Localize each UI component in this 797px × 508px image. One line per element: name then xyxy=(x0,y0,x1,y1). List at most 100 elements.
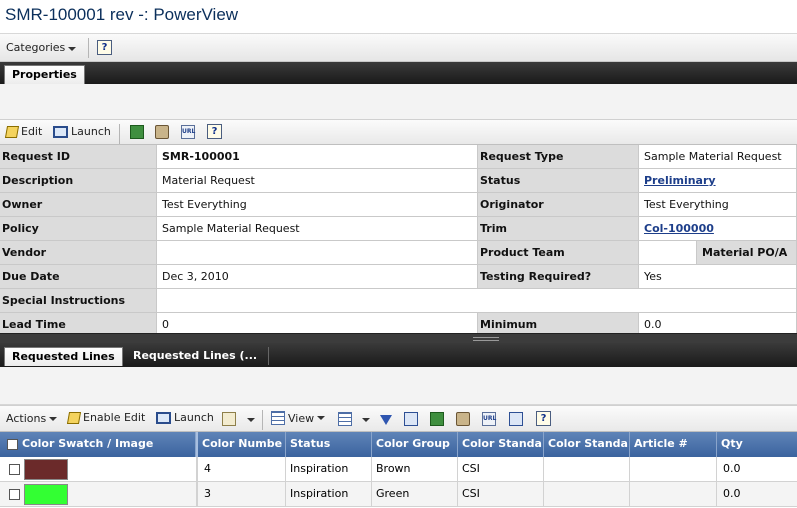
chevron-down-icon xyxy=(49,416,58,421)
tab-separator xyxy=(268,347,269,365)
edit-button[interactable]: Edit xyxy=(4,125,43,138)
col-article[interactable]: Article # xyxy=(630,432,717,457)
originator-value: Test Everything xyxy=(639,193,797,217)
categories-label: Categories xyxy=(6,41,66,54)
drag-handle-icon[interactable] xyxy=(473,337,499,341)
status-value-cell: Preliminary xyxy=(639,169,797,193)
due-date-value: Dec 3, 2010 xyxy=(157,265,478,289)
color-group-cell: Brown xyxy=(372,457,458,482)
status-cell: Inspiration xyxy=(286,457,372,482)
tab-properties[interactable]: Properties xyxy=(4,65,85,84)
qty-cell: 0.0 xyxy=(723,462,741,475)
actions-menu[interactable]: Actions xyxy=(6,412,58,425)
color-group-cell: Green xyxy=(372,482,458,507)
edit-icon xyxy=(4,125,20,138)
window-titlebar: SMR-100001 rev -: PowerView xyxy=(0,0,797,34)
request-type-value: Sample Material Request xyxy=(639,145,797,169)
row-checkbox[interactable] xyxy=(9,489,20,500)
filter-icon[interactable] xyxy=(380,415,392,425)
toolbar-separator xyxy=(88,38,89,58)
row-checkbox[interactable] xyxy=(9,464,20,475)
description-value: Material Request xyxy=(157,169,478,193)
lines-tabbar: Requested Lines Requested Lines (... xyxy=(0,343,797,367)
actions-label: Actions xyxy=(6,412,47,425)
edit-label: Edit xyxy=(21,125,43,138)
help-icon[interactable]: ? xyxy=(97,40,112,55)
material-po-label: Material PO/A xyxy=(697,241,797,265)
select-all-checkbox[interactable] xyxy=(7,439,18,450)
enable-edit-label: Enable Edit xyxy=(83,411,146,424)
status-cell: Inspiration xyxy=(286,482,372,507)
originator-label: Originator xyxy=(478,193,639,217)
view-menu[interactable]: View xyxy=(271,411,326,425)
special-instructions-value xyxy=(157,289,797,313)
chevron-down-icon[interactable] xyxy=(247,418,255,422)
color-standard-2-cell xyxy=(544,457,630,482)
product-team-label: Product Team xyxy=(478,241,639,265)
chevron-down-icon[interactable] xyxy=(362,418,370,422)
chevron-down-icon xyxy=(68,47,77,51)
tab-requested-lines[interactable]: Requested Lines xyxy=(4,347,123,366)
article-cell xyxy=(630,482,717,507)
request-id-label: Request ID xyxy=(0,145,157,169)
col-qty[interactable]: Qty xyxy=(717,432,797,457)
col-color-standard[interactable]: Color Standa xyxy=(458,432,544,457)
vendor-label: Vendor xyxy=(0,241,157,265)
status-link[interactable]: Preliminary xyxy=(644,174,716,187)
table-row[interactable]: 3 Inspiration Green CSI 0.0 xyxy=(0,482,797,507)
print-icon[interactable] xyxy=(155,125,169,139)
policy-value: Sample Material Request xyxy=(157,217,478,241)
color-standard-2-cell xyxy=(544,482,630,507)
launch-button[interactable]: Launch xyxy=(156,411,214,424)
document-icon[interactable] xyxy=(222,412,236,426)
vendor-value xyxy=(157,241,478,265)
color-swatch xyxy=(24,459,68,480)
due-date-label: Due Date xyxy=(0,265,157,289)
properties-toolbar: Edit Launch URL ? xyxy=(0,119,797,145)
testing-required-value: Yes xyxy=(639,265,797,289)
launch-label: Launch xyxy=(71,125,111,138)
request-id-value: SMR-100001 xyxy=(157,145,478,169)
help-icon[interactable]: ? xyxy=(536,411,551,426)
launch-button[interactable]: Launch xyxy=(53,125,111,138)
properties-tabbar: Properties xyxy=(0,62,797,84)
col-color-standard-2[interactable]: Color Standa xyxy=(544,432,630,457)
report-icon[interactable] xyxy=(130,125,144,139)
categories-menu[interactable]: Categories xyxy=(6,41,77,54)
trim-link[interactable]: Col-100000 xyxy=(644,222,714,235)
url-icon[interactable]: URL xyxy=(482,412,496,426)
report-icon[interactable] xyxy=(430,412,444,426)
lines-filter-strip xyxy=(0,367,797,405)
trim-label: Trim xyxy=(478,217,639,241)
sort-icon[interactable] xyxy=(509,412,523,426)
chevron-down-icon xyxy=(317,416,326,420)
trim-value-cell: Col-100000 xyxy=(639,217,797,241)
columns-icon[interactable] xyxy=(338,412,352,426)
lines-grid-header: Color Swatch / Image Color Numbe Status … xyxy=(0,432,797,457)
page-title: SMR-100001 rev -: PowerView xyxy=(5,5,239,24)
col-status[interactable]: Status xyxy=(286,432,372,457)
table-row[interactable]: 4 Inspiration Brown CSI 0.0 xyxy=(0,457,797,482)
color-standard-cell: CSI xyxy=(458,482,544,507)
properties-filter-strip xyxy=(0,84,797,120)
panel-splitter[interactable] xyxy=(0,333,797,343)
color-number-cell: 3 xyxy=(196,482,286,507)
article-cell xyxy=(630,457,717,482)
view-label: View xyxy=(288,411,315,425)
help-icon[interactable]: ? xyxy=(207,124,222,139)
qty-cell: 0.0 xyxy=(723,487,741,500)
col-color-swatch[interactable]: Color Swatch / Image xyxy=(18,432,196,457)
enable-edit-button[interactable]: Enable Edit xyxy=(66,411,146,424)
description-label: Description xyxy=(0,169,157,193)
col-color-number[interactable]: Color Numbe xyxy=(196,432,286,457)
tab-requested-lines-more[interactable]: Requested Lines (... xyxy=(126,347,264,366)
print-icon[interactable] xyxy=(456,412,470,426)
status-label: Status xyxy=(478,169,639,193)
toolbar-separator xyxy=(262,410,263,430)
launch-icon xyxy=(156,411,171,424)
table-view-icon xyxy=(271,411,285,425)
col-color-group[interactable]: Color Group xyxy=(372,432,458,457)
url-icon[interactable]: URL xyxy=(181,125,195,139)
special-instructions-label: Special Instructions xyxy=(0,289,157,313)
sync-icon[interactable] xyxy=(404,412,418,426)
